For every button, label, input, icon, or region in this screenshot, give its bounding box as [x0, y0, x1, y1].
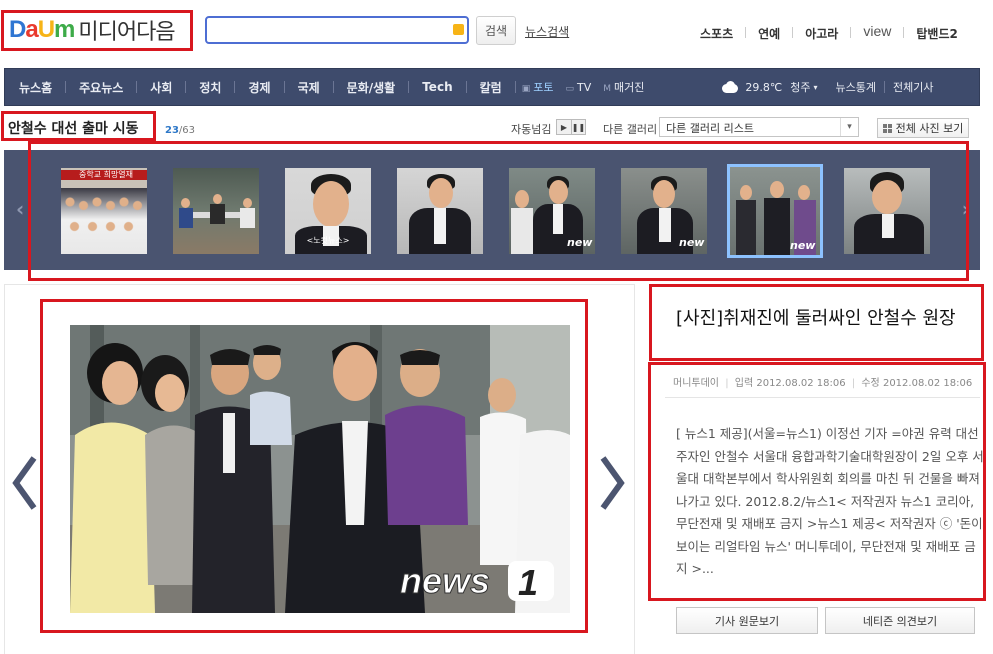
nav-column[interactable]: 칼럼: [467, 79, 515, 96]
cloud-icon: [720, 81, 740, 93]
gallery-counter: 23/63: [165, 125, 196, 136]
thumbnail[interactable]: [842, 166, 932, 256]
nav-all-articles[interactable]: 전체기사: [893, 79, 933, 95]
top-link-view[interactable]: view: [863, 23, 891, 42]
thumbnail[interactable]: 중학교 희망열재: [59, 166, 149, 256]
photo-next-arrow-icon[interactable]: [599, 456, 625, 510]
chevron-down-icon: ▾: [840, 118, 858, 136]
nav-society[interactable]: 사회: [137, 79, 185, 96]
daum-wordmark: DaUm: [9, 16, 75, 43]
top-link-sports[interactable]: 스포츠: [700, 25, 733, 42]
article-meta: 머니투데이 | 입력 2012.08.02 18:06 | 수정 2012.08…: [673, 378, 973, 389]
daum-logo[interactable]: DaUm 미디어다음: [9, 14, 176, 46]
top-link-agora[interactable]: 아고라: [805, 25, 838, 42]
nav-world[interactable]: 국제: [285, 79, 333, 96]
weather-widget[interactable]: 29.8℃ 청주 ▾: [720, 79, 818, 95]
main-photo[interactable]: news 1: [70, 325, 570, 613]
main-photo-image: news 1: [70, 325, 570, 613]
nav-economy[interactable]: 경제: [235, 79, 283, 96]
play-icon[interactable]: ▶: [557, 120, 571, 134]
chevron-down-icon: ▾: [813, 82, 818, 92]
nav-news-home[interactable]: 뉴스홈: [5, 79, 65, 96]
divider: [665, 397, 980, 398]
thumbnail[interactable]: <노컷뉴스>: [283, 166, 373, 256]
tv-icon: ▭: [565, 83, 574, 94]
thumbnail[interactable]: [395, 166, 485, 256]
top-links: 스포츠 연예 아고라 view 탑밴드2: [700, 23, 958, 42]
top-link-topband[interactable]: 탑밴드2: [916, 25, 957, 42]
nav-politics[interactable]: 정치: [186, 79, 234, 96]
nav-tech[interactable]: Tech: [409, 80, 465, 94]
other-gallery-select[interactable]: 다른 갤러리 리스트 ▾: [659, 117, 859, 137]
article-source[interactable]: 머니투데이: [673, 378, 719, 389]
pause-icon[interactable]: ❚❚: [571, 120, 585, 134]
nav-culture[interactable]: 문화/생활: [334, 79, 409, 96]
strip-prev-arrow-icon[interactable]: ‹: [16, 197, 24, 221]
top-link-entertainment[interactable]: 연예: [758, 25, 780, 42]
main-nav: 뉴스홈 주요뉴스 사회 정치 경제 국제 문화/생활 Tech 칼럼 ▣ 포토 ▭…: [4, 68, 980, 106]
magazine-icon: M: [603, 84, 611, 94]
article-body: [ 뉴스1 제공](서울=뉴스1) 이정선 기자 =야권 유력 대선주자인 안철…: [676, 426, 984, 576]
thumbnail[interactable]: new: [507, 166, 597, 256]
article-input-time: 2012.08.02 18:06: [756, 378, 846, 389]
thumbnail[interactable]: [171, 166, 261, 256]
photo-icon: ▣: [521, 84, 531, 94]
media-daum-label: 미디어다음: [78, 20, 175, 45]
search-input[interactable]: [205, 16, 469, 44]
svg-text:1: 1: [518, 562, 538, 603]
nav-photo[interactable]: ▣ 포토: [516, 79, 560, 95]
view-all-photos-button[interactable]: 전체 사진 보기: [877, 118, 969, 138]
grid-icon: [882, 123, 892, 133]
article-title: [사진]취재진에 둘러싸인 안철수 원장: [676, 308, 956, 329]
strip-next-arrow-icon[interactable]: ›: [962, 197, 970, 221]
thumbnail[interactable]: new: [619, 166, 709, 256]
news-search-link[interactable]: 뉴스검색: [525, 23, 569, 40]
view-netizen-opinion-button[interactable]: 네티즌 의견보기: [825, 607, 975, 634]
autoplay-label: 자동넘김: [511, 123, 552, 136]
weather-temp: 29.8℃: [745, 80, 783, 94]
svg-text:news: news: [400, 560, 490, 601]
gallery-title: 안철수 대선 출마 시동: [8, 121, 139, 137]
view-original-article-button[interactable]: 기사 원문보기: [676, 607, 818, 634]
other-gallery-label: 다른 갤러리: [603, 123, 658, 136]
search-button[interactable]: 검색: [476, 16, 516, 45]
search-keyboard-icon[interactable]: [453, 24, 464, 35]
article-edit-time: 2012.08.02 18:06: [882, 378, 973, 389]
thumbnail-active[interactable]: new: [727, 164, 823, 258]
nav-right-links: 뉴스통계 전체기사: [836, 79, 933, 95]
nav-main-news[interactable]: 주요뉴스: [66, 79, 136, 96]
autoplay-controls: ▶ ❚❚: [556, 119, 586, 135]
weather-city: 청주: [790, 81, 811, 94]
photo-prev-arrow-icon[interactable]: [12, 456, 38, 510]
nav-news-stats[interactable]: 뉴스통계: [836, 79, 876, 95]
nav-magazine[interactable]: M 매거진: [597, 79, 650, 95]
thumbnail-strip: ‹ › 중학교 희망열재 <노컷뉴스> new new new: [4, 150, 980, 270]
nav-tv[interactable]: ▭ TV: [559, 81, 597, 94]
